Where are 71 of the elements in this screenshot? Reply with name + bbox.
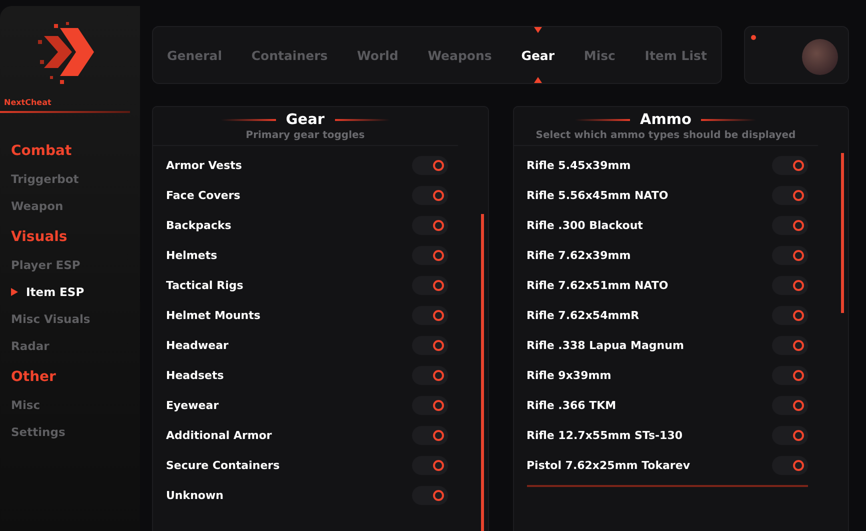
toggle-switch[interactable] [412,366,448,384]
toggle-switch[interactable] [772,186,808,204]
option-label: Rifle 9x39mm [526,368,612,382]
toggle-switch[interactable] [412,156,448,174]
tab[interactable]: Item List [638,27,713,83]
tab[interactable]: World [351,27,404,83]
scrollbar-thumb[interactable] [841,153,844,313]
nav-item[interactable]: Radar [11,338,50,352]
panel-subtitle: Primary gear toggles [246,130,365,141]
toggle-switch[interactable] [412,186,448,204]
option-label: Rifle 5.45x39mm [526,158,631,172]
tab[interactable]: General [161,27,228,83]
option-label: Rifle 12.7x55mm STs-130 [526,428,683,442]
toggle-switch[interactable] [772,366,808,384]
toggle-switch[interactable] [772,396,808,414]
tab[interactable]: Containers [245,27,334,83]
option-label: Helmets [166,248,218,262]
tab[interactable]: Gear [515,27,561,83]
option-label: Face Covers [166,188,240,202]
section-heading: Combat [11,142,73,161]
toggle-switch[interactable] [412,456,448,474]
nav-item[interactable]: Misc Visuals [11,312,90,326]
toggle-switch[interactable] [772,156,808,174]
option-label: Armor Vests [166,158,242,172]
toggle-switch[interactable] [412,246,448,264]
toggle-switch[interactable] [412,306,448,324]
option-label: Helmet Mounts [166,308,260,322]
nav-item[interactable]: Player ESP [11,258,80,272]
option-label: Rifle 5.56x45mm NATO [526,188,668,202]
panel-title: Gear [286,112,325,128]
option-label: Headsets [166,368,224,382]
toggle-switch[interactable] [772,216,808,234]
nav-item[interactable]: Item ESP [26,284,84,298]
option-label: Secure Containers [166,458,280,472]
option-label: Rifle .338 Lapua Magnum [526,338,684,352]
section-heading: Other [11,368,57,387]
scrollbar-thumb[interactable] [480,214,484,531]
toggle-switch[interactable] [412,216,448,234]
tab[interactable]: Weapons [422,27,498,83]
toggle-switch[interactable] [772,456,808,474]
option-label: Headwear [166,338,228,352]
tab[interactable]: Misc [578,27,622,83]
toggle-switch[interactable] [412,276,448,294]
toggle-switch[interactable] [412,396,448,414]
option-label: Pistol 7.62x25mm Tokarev [526,458,690,472]
toggle-switch[interactable] [772,246,808,264]
toggle-switch[interactable] [772,306,808,324]
option-label: Rifle .300 Blackout [526,218,643,232]
nav-item[interactable]: Triggerbot [11,172,79,186]
option-label: Rifle 7.62x39mm [526,248,631,262]
toggle-switch[interactable] [412,426,448,444]
option-label: Eyewear [166,398,219,412]
option-label: Tactical Rigs [166,278,244,292]
option-label: Unknown [166,488,224,502]
option-label: Rifle 7.62x54mmR [526,308,640,322]
option-label: Additional Armor [166,428,272,442]
option-label: Rifle .366 TKM [526,398,616,412]
toggle-switch[interactable] [772,426,808,444]
nav-item[interactable]: Misc [11,398,40,412]
brand-name: NextCheat [4,98,52,107]
panel-title: Ammo [640,112,692,128]
panel-subtitle: Select which ammo types should be displayed [536,130,796,141]
option-label: Rifle 7.62x51mm NATO [526,278,668,292]
nav-item[interactable]: Settings [11,424,66,438]
section-heading: Visuals [11,228,68,247]
toggle-switch[interactable] [412,486,448,504]
nav-item[interactable]: Weapon [11,198,64,212]
toggle-switch[interactable] [772,336,808,354]
toggle-switch[interactable] [772,276,808,294]
option-label: Backpacks [166,218,232,232]
toggle-switch[interactable] [412,336,448,354]
